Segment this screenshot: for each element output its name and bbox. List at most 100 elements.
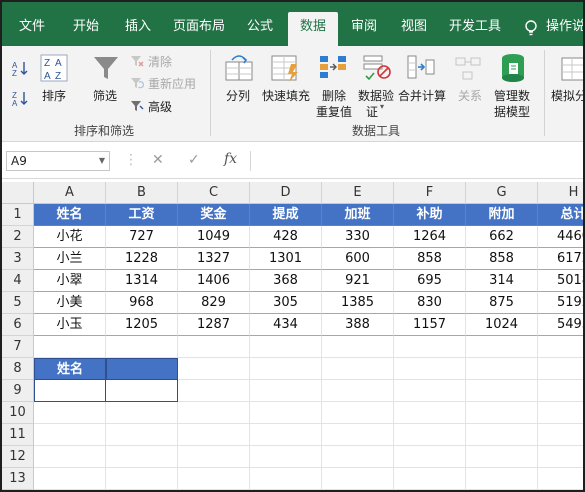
empty-cell[interactable] <box>250 402 322 424</box>
row-header-7[interactable]: 7 <box>2 336 34 358</box>
empty-cell[interactable] <box>322 358 394 380</box>
table-cell[interactable]: 858 <box>466 248 538 270</box>
sort-ascending-icon[interactable]: A Z <box>12 60 28 76</box>
empty-cell[interactable] <box>394 402 466 424</box>
data-validation-label-1[interactable]: 数据验 <box>358 87 394 104</box>
row-header-3[interactable]: 3 <box>2 248 34 270</box>
column-header-g[interactable]: G <box>466 182 538 204</box>
data-validation-icon[interactable] <box>362 52 392 82</box>
empty-cell[interactable] <box>178 468 250 490</box>
tab-view[interactable]: 视图 <box>392 12 436 46</box>
row-header-6[interactable]: 6 <box>2 314 34 336</box>
empty-cell[interactable] <box>466 402 538 424</box>
tell-me-search[interactable]: 操作说 <box>546 12 583 46</box>
table-cell[interactable]: 小美 <box>34 292 106 314</box>
empty-cell[interactable] <box>394 424 466 446</box>
table-cell[interactable]: 368 <box>250 270 322 292</box>
empty-cell[interactable] <box>178 402 250 424</box>
relationships-button[interactable]: 关系 <box>458 87 482 104</box>
what-if-analysis-icon[interactable] <box>560 56 584 82</box>
empty-cell[interactable] <box>178 336 250 358</box>
empty-cell[interactable] <box>466 468 538 490</box>
table-cell[interactable]: 1049 <box>178 226 250 248</box>
consolidate-button[interactable]: 合并计算 <box>398 87 446 104</box>
empty-cell[interactable] <box>106 402 178 424</box>
table-header-cell[interactable]: 总计 <box>538 204 583 226</box>
empty-cell[interactable] <box>34 446 106 468</box>
table-cell[interactable]: 5192 <box>538 292 583 314</box>
empty-cell[interactable] <box>250 358 322 380</box>
enter-formula-button[interactable]: ✓ <box>188 152 200 168</box>
empty-cell[interactable] <box>34 402 106 424</box>
table-cell[interactable]: 314 <box>466 270 538 292</box>
row-header-10[interactable]: 10 <box>2 402 34 424</box>
empty-cell[interactable] <box>538 402 583 424</box>
column-header-f[interactable]: F <box>394 182 466 204</box>
tab-developer[interactable]: 开发工具 <box>442 12 508 46</box>
row-header-13[interactable]: 13 <box>2 468 34 490</box>
table-header-cell[interactable]: 加班 <box>322 204 394 226</box>
empty-cell[interactable] <box>322 446 394 468</box>
table-cell[interactable]: 1406 <box>178 270 250 292</box>
flash-fill-icon[interactable] <box>270 52 300 82</box>
criteria-header-cell[interactable]: 姓名 <box>34 358 106 380</box>
empty-cell[interactable] <box>466 336 538 358</box>
column-header-d[interactable]: D <box>250 182 322 204</box>
empty-cell[interactable] <box>250 380 322 402</box>
data-validation-label-2[interactable]: 证 <box>366 103 378 120</box>
empty-cell[interactable] <box>538 424 583 446</box>
reapply-button[interactable]: 重新应用 <box>148 75 196 92</box>
table-cell[interactable]: 428 <box>250 226 322 248</box>
remove-duplicates-label-1[interactable]: 删除 <box>322 87 346 104</box>
formula-input[interactable] <box>250 151 583 171</box>
table-cell[interactable]: 830 <box>394 292 466 314</box>
table-header-cell[interactable]: 附加 <box>466 204 538 226</box>
sort-descending-icon[interactable]: Z A <box>12 90 28 106</box>
insert-function-button[interactable]: fx <box>224 151 237 167</box>
empty-cell[interactable] <box>394 468 466 490</box>
clear-filter-icon[interactable] <box>130 54 144 68</box>
name-box[interactable]: A9 ▼ <box>6 151 110 171</box>
empty-cell[interactable] <box>538 358 583 380</box>
empty-cell[interactable] <box>106 468 178 490</box>
tab-review[interactable]: 审阅 <box>342 12 386 46</box>
table-header-cell[interactable]: 奖金 <box>178 204 250 226</box>
what-if-analysis-button[interactable]: 模拟分 <box>551 87 583 104</box>
empty-cell[interactable] <box>394 336 466 358</box>
data-model-label-2[interactable]: 据模型 <box>494 103 530 120</box>
table-cell[interactable]: 600 <box>322 248 394 270</box>
table-cell[interactable]: 1157 <box>394 314 466 336</box>
empty-cell[interactable] <box>250 468 322 490</box>
empty-cell[interactable] <box>250 424 322 446</box>
data-validation-dropdown-icon[interactable]: ▾ <box>380 102 384 111</box>
row-header-2[interactable]: 2 <box>2 226 34 248</box>
table-cell[interactable]: 1024 <box>466 314 538 336</box>
empty-cell[interactable] <box>250 446 322 468</box>
empty-cell[interactable] <box>322 380 394 402</box>
criteria-value-cell[interactable] <box>34 380 106 402</box>
table-cell[interactable]: 5018 <box>538 270 583 292</box>
empty-cell[interactable] <box>538 380 583 402</box>
empty-cell[interactable] <box>178 358 250 380</box>
tab-page-layout[interactable]: 页面布局 <box>168 12 230 46</box>
empty-cell[interactable] <box>394 358 466 380</box>
empty-cell[interactable] <box>178 380 250 402</box>
table-header-cell[interactable]: 提成 <box>250 204 322 226</box>
empty-cell[interactable] <box>34 468 106 490</box>
empty-cell[interactable] <box>394 380 466 402</box>
tab-insert[interactable]: 插入 <box>116 12 160 46</box>
empty-cell[interactable] <box>34 424 106 446</box>
column-header-b[interactable]: B <box>106 182 178 204</box>
row-header-8[interactable]: 8 <box>2 358 34 380</box>
empty-cell[interactable] <box>322 468 394 490</box>
empty-cell[interactable] <box>322 336 394 358</box>
row-header-4[interactable]: 4 <box>2 270 34 292</box>
row-header-1[interactable]: 1 <box>2 204 34 226</box>
tab-formulas[interactable]: 公式 <box>238 12 282 46</box>
empty-cell[interactable] <box>394 446 466 468</box>
table-header-cell[interactable]: 补助 <box>394 204 466 226</box>
empty-cell[interactable] <box>250 336 322 358</box>
table-cell[interactable]: 小兰 <box>34 248 106 270</box>
column-header-h[interactable]: H <box>538 182 583 204</box>
remove-duplicates-label-2[interactable]: 重复值 <box>316 103 352 120</box>
